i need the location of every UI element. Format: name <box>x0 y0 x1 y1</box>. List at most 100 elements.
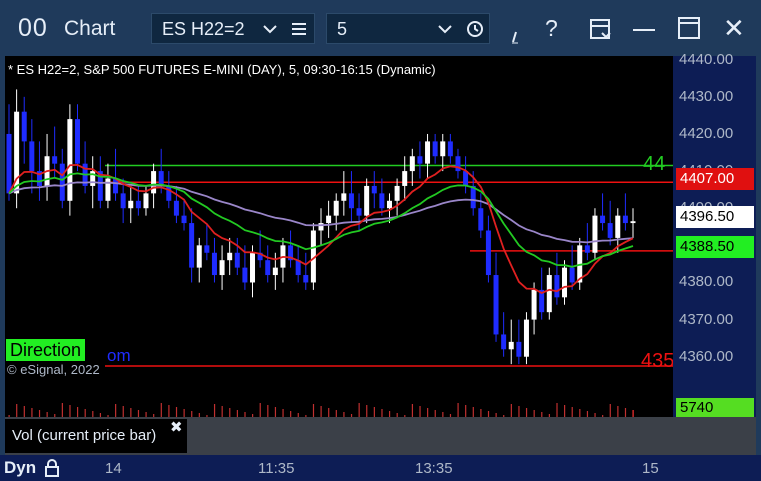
volume-bar <box>137 410 140 417</box>
price-label-green: 4388.50 <box>676 236 754 258</box>
volume-bar <box>312 404 315 417</box>
candle-body <box>181 215 187 224</box>
price-tick: 4430.00 <box>679 87 734 105</box>
candle-body <box>74 119 80 164</box>
candle-body <box>447 141 453 157</box>
level-label-green: 44 <box>643 153 666 175</box>
candle-body <box>59 163 65 201</box>
candle-body <box>402 171 408 186</box>
candle-body <box>501 334 507 350</box>
volume-bar <box>259 403 261 417</box>
candle-body <box>219 260 225 276</box>
volume-bar <box>472 407 474 417</box>
candle-body <box>622 215 628 224</box>
candle-body <box>562 267 568 298</box>
candle-body <box>333 200 339 216</box>
candle-body <box>463 171 469 186</box>
dyn-label[interactable]: Dyn <box>4 458 36 478</box>
help-icon[interactable]: ? <box>545 15 558 42</box>
last-price-label: 4396.50 <box>676 206 754 228</box>
volume-bar <box>579 409 581 417</box>
candle-body <box>196 245 202 268</box>
candle-body <box>303 275 309 283</box>
candle-body <box>478 208 484 231</box>
candle-body <box>440 141 446 157</box>
volume-value-label: 5740 <box>676 398 754 418</box>
volume-bar <box>160 403 162 417</box>
candle-body <box>234 252 240 268</box>
price-tick: 4440.00 <box>679 50 734 68</box>
candle-body <box>318 223 324 231</box>
candle-body <box>52 156 58 164</box>
time-tick-4: 15 <box>642 460 659 477</box>
volume-bar <box>556 403 558 417</box>
price-tick: 4370.00 <box>679 310 734 328</box>
candle-body <box>607 223 613 238</box>
volume-bar <box>122 406 124 417</box>
candle-body <box>508 341 514 350</box>
price-chart[interactable]: * ES H22=2, S&P 500 FUTURES E-MINI (DAY)… <box>5 56 673 379</box>
volume-bar <box>31 408 33 417</box>
time-tick-3: 13:35 <box>415 460 453 477</box>
candle-body <box>204 245 210 253</box>
candle-body <box>21 111 27 142</box>
draw-icon[interactable] <box>510 30 522 44</box>
minimize-icon[interactable] <box>633 27 655 33</box>
direction-suffix: om <box>107 346 131 365</box>
volume-bar <box>76 407 79 417</box>
clock-icon[interactable] <box>466 20 484 38</box>
volume-bar <box>84 409 86 417</box>
list-icon[interactable] <box>291 21 307 37</box>
candle-body <box>272 267 278 276</box>
lock-icon[interactable] <box>44 458 60 478</box>
volume-bar <box>434 410 436 417</box>
candle-body <box>592 215 598 253</box>
candle-body <box>348 193 354 209</box>
volume-bar <box>571 407 573 417</box>
close-icon[interactable]: ✕ <box>723 13 745 44</box>
volume-bar <box>533 410 535 417</box>
candle-body <box>409 156 415 172</box>
volume-bar <box>175 407 178 417</box>
candle-body <box>143 193 149 209</box>
maximize-icon[interactable] <box>678 17 700 39</box>
volume-bar <box>617 406 619 417</box>
chevron-down-icon <box>263 25 277 34</box>
close-tooltip-icon[interactable]: ✖ <box>170 418 183 436</box>
volume-bar <box>564 405 566 417</box>
volume-bar <box>632 410 634 417</box>
price-label-red: 4407.00 <box>676 168 754 190</box>
price-tick: 4360.00 <box>679 347 734 365</box>
candle-body <box>227 252 233 261</box>
volume-tooltip: Vol (current price bar) <box>5 419 187 453</box>
volume-bar <box>373 407 375 417</box>
interval-dropdown[interactable]: 5 <box>326 13 490 44</box>
candle-body <box>128 200 134 209</box>
chart-header: * ES H22=2, S&P 500 FUTURES E-MINI (DAY)… <box>8 62 436 77</box>
volume-bar <box>609 404 611 417</box>
volume-bar <box>16 404 18 417</box>
volume-bar <box>274 407 277 417</box>
candle-body <box>265 260 271 276</box>
candle-body <box>151 171 157 194</box>
candle-body <box>584 245 590 253</box>
candle-body <box>523 319 529 357</box>
candle-body <box>600 215 606 224</box>
symbol-dropdown[interactable]: ES H22=2 <box>151 13 315 44</box>
volume-bar <box>282 409 284 417</box>
window-title: Chart <box>64 17 116 40</box>
volume-bar <box>525 408 528 417</box>
candle-body <box>67 119 73 201</box>
candle-body <box>554 275 560 298</box>
layout-icon[interactable] <box>589 17 613 41</box>
volume-bar <box>465 405 467 417</box>
candle-body <box>386 200 392 209</box>
price-tick: 4420.00 <box>679 124 734 142</box>
time-axis[interactable]: Dyn 14 11:35 13:35 15 <box>0 455 761 481</box>
candle-body <box>485 230 491 276</box>
volume-pane[interactable] <box>5 379 673 417</box>
candle-body <box>394 185 400 201</box>
interval-value: 5 <box>337 19 348 39</box>
candle-body <box>242 267 248 283</box>
candle-body <box>364 185 370 216</box>
